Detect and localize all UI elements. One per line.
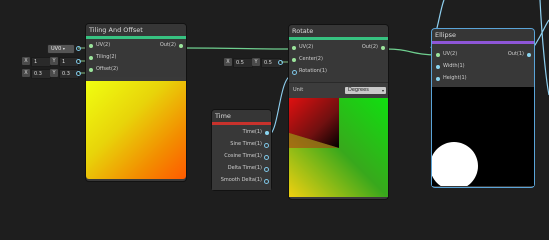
- port-dot-icon: [527, 52, 531, 57]
- port-label: UV(2): [299, 44, 314, 50]
- port-label: Sine Time(1): [230, 141, 262, 147]
- tiling-x-label: X: [22, 57, 30, 65]
- port-dot-icon: [89, 43, 93, 48]
- wire-rotate-to-ellipse: [386, 48, 439, 56]
- shader-graph-canvas[interactable]: UV0 ▾ X 1 Y 1 X 0.3 Y 0.3 Tiling And Off…: [0, 0, 549, 215]
- port-label: Smooth Delta(1): [220, 177, 262, 183]
- ellipse-node[interactable]: Ellipse UV(2) Width(1) Height(1) Out(1): [432, 29, 534, 187]
- port-dot-icon: [436, 76, 440, 81]
- uv-inline-port[interactable]: [76, 46, 81, 51]
- port-out-output[interactable]: Out(1): [504, 49, 534, 60]
- port-dot-icon: [89, 55, 93, 60]
- chevron-down-icon: ▾: [62, 46, 65, 51]
- node-ports: UV(2) Tiling(2) Offset(2) Out(2): [86, 39, 186, 77]
- unit-label: Unit: [293, 87, 304, 93]
- port-cosine-time-output[interactable]: Cosine Time(1): [212, 151, 271, 162]
- port-label: UV(2): [96, 42, 111, 48]
- offset-inline-port[interactable]: [76, 71, 81, 76]
- tiling-preview: [86, 81, 186, 179]
- offset-y-label: Y: [50, 69, 58, 77]
- port-dot-icon: [265, 130, 269, 135]
- port-label: UV(2): [443, 51, 458, 57]
- port-label: Out(2): [159, 42, 176, 48]
- uv-channel-select[interactable]: UV0 ▾: [47, 44, 75, 54]
- port-label: Out(1): [507, 51, 524, 57]
- port-label: Offset(2): [96, 66, 119, 72]
- port-label: Tiling(2): [96, 54, 117, 60]
- offset-x-label: X: [22, 69, 30, 77]
- port-smooth-delta-output[interactable]: Smooth Delta(1): [212, 175, 271, 186]
- port-dot-icon: [89, 67, 93, 72]
- port-label: Time(1): [242, 129, 262, 135]
- node-ports: UV(2) Center(2) Rotation(1) Out(2): [289, 40, 388, 80]
- offset-inline-field: X 0.3 Y 0.3: [22, 69, 79, 79]
- port-sine-time-output[interactable]: Sine Time(1): [212, 139, 271, 150]
- wire-tiling-to-rotate: [183, 47, 294, 50]
- node-title: Rotate: [289, 25, 388, 37]
- unit-row: Unit Degrees ▾: [289, 82, 388, 98]
- port-dot-icon: [264, 178, 269, 184]
- port-dot-icon: [179, 43, 183, 48]
- port-time-output[interactable]: Time(1): [212, 127, 271, 138]
- center-y-label: Y: [252, 58, 260, 66]
- center-x-input[interactable]: 0.5: [233, 58, 253, 68]
- rotate-node[interactable]: Rotate UV(2) Center(2) Rotation(1) Out(2…: [289, 25, 388, 199]
- chevron-down-icon: ▾: [381, 88, 384, 93]
- tiling-and-offset-node[interactable]: Tiling And Offset UV(2) Tiling(2) Offset…: [86, 24, 186, 181]
- tiling-y-label: Y: [50, 57, 58, 65]
- port-dot-icon: [264, 154, 269, 160]
- center-inline-port[interactable]: [278, 60, 283, 65]
- port-dot-icon: [381, 45, 385, 50]
- node-title: Tiling And Offset: [86, 24, 186, 36]
- uv-channel-value: UV0: [51, 46, 62, 52]
- port-dot-icon: [436, 52, 440, 57]
- port-label: Cosine Time(1): [224, 153, 262, 159]
- port-dot-icon: [436, 64, 440, 69]
- time-node[interactable]: Time Time(1) Sine Time(1) Cosine Time(1)…: [212, 110, 271, 190]
- port-dot-icon: [264, 142, 269, 148]
- port-out-output[interactable]: Out(2): [358, 42, 388, 53]
- port-delta-time-output[interactable]: Delta Time(1): [212, 163, 271, 174]
- center-x-label: X: [224, 58, 232, 66]
- unit-value: Degrees: [348, 87, 369, 93]
- node-ports: UV(2) Width(1) Height(1) Out(1): [432, 44, 534, 86]
- offset-x-input[interactable]: 0.3: [31, 69, 51, 79]
- port-label: Out(2): [361, 44, 378, 50]
- port-label: Rotation(1): [299, 68, 327, 74]
- center-inline-field: X 0.5 Y 0.5: [224, 58, 281, 68]
- ellipse-preview: [432, 87, 534, 186]
- port-label: Width(1): [443, 63, 465, 69]
- wire-offscreen-3: [539, 0, 549, 96]
- tiling-inline-port[interactable]: [76, 59, 81, 64]
- tiling-x-input[interactable]: 1: [31, 57, 51, 67]
- port-dot-icon: [292, 57, 296, 62]
- port-dot-icon: [292, 69, 297, 75]
- port-dot-icon: [264, 166, 269, 172]
- port-label: Delta Time(1): [227, 165, 262, 171]
- node-title: Time: [212, 110, 271, 122]
- rotate-preview: [289, 98, 388, 197]
- tiling-inline-field: X 1 Y 1: [22, 57, 79, 67]
- unit-select[interactable]: Degrees ▾: [345, 87, 386, 94]
- node-ports: Time(1) Sine Time(1) Cosine Time(1) Delt…: [212, 125, 271, 190]
- port-label: Height(1): [443, 75, 467, 81]
- port-out-output[interactable]: Out(2): [156, 40, 186, 51]
- port-label: Center(2): [299, 56, 323, 62]
- node-title: Ellipse: [432, 29, 534, 41]
- port-dot-icon: [292, 45, 296, 50]
